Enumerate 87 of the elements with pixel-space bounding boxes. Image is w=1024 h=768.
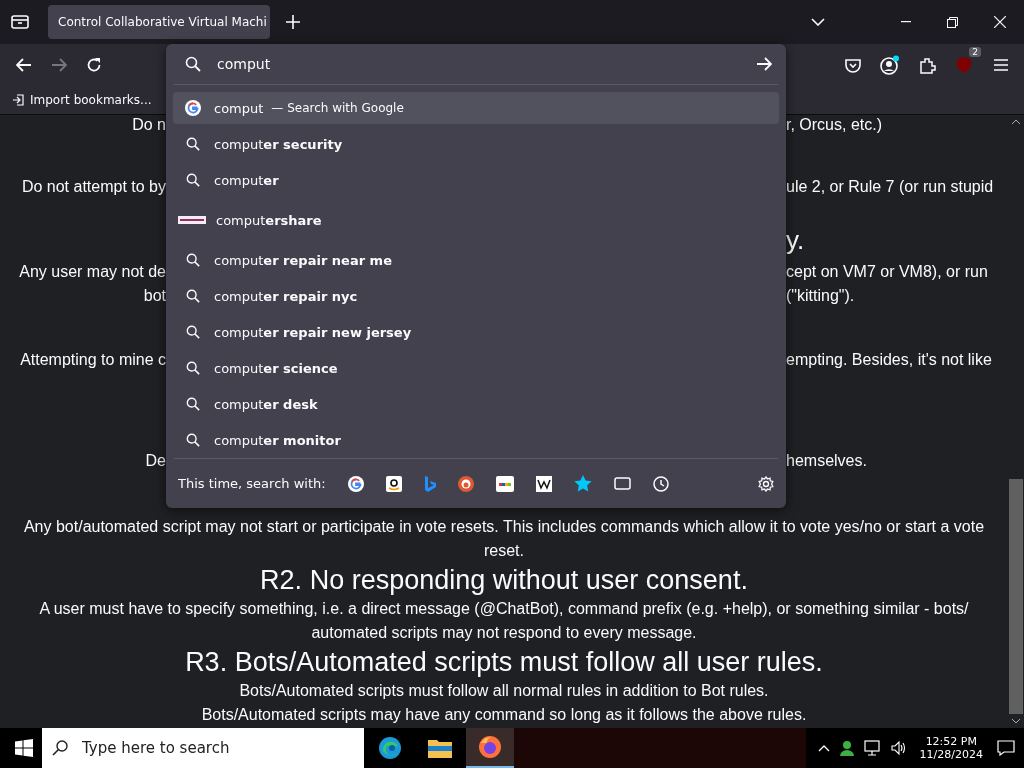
paragraph-fragment: hemselves. xyxy=(786,452,867,469)
suggestion-item[interactable]: computer xyxy=(173,162,779,198)
suggestion-item[interactable]: computer security xyxy=(173,126,779,162)
search-with-label: This time, search with: xyxy=(178,476,326,491)
search-icon xyxy=(185,56,201,72)
back-icon[interactable] xyxy=(16,58,32,72)
tab-list-icon[interactable] xyxy=(11,14,29,30)
search-icon xyxy=(185,253,201,267)
history-icon[interactable] xyxy=(652,475,669,492)
windows-start-icon[interactable] xyxy=(15,739,33,757)
settings-icon[interactable] xyxy=(758,475,774,492)
google-icon xyxy=(185,100,201,116)
suggestion-item[interactable]: computer desk xyxy=(173,386,779,422)
edge-icon[interactable] xyxy=(378,736,402,760)
tab-icon[interactable] xyxy=(613,477,631,490)
suggestion-item[interactable]: computer repair nyc xyxy=(173,278,779,314)
bing-icon[interactable] xyxy=(423,475,436,492)
search-icon xyxy=(185,289,201,303)
search-icon xyxy=(185,173,201,187)
import-icon xyxy=(12,94,24,106)
bookmark-item[interactable]: Import bookmarks... xyxy=(12,93,152,107)
folder-icon[interactable] xyxy=(428,738,452,758)
paragraph-fragment: empting. Besides, it's not like xyxy=(786,351,992,368)
address-field[interactable]: comput xyxy=(217,56,740,72)
taskbar-search-box[interactable]: Type here to search xyxy=(42,728,364,768)
ebay-icon[interactable] xyxy=(495,475,514,492)
minimize-icon[interactable] xyxy=(901,21,911,23)
search-icon xyxy=(185,361,201,375)
scroll-up-icon[interactable] xyxy=(1012,119,1020,125)
paragraph-fragment: ule 2, or Rule 7 (or run stupid xyxy=(786,178,994,195)
close-icon[interactable] xyxy=(994,16,1006,28)
paragraph-fragment: r, Orcus, etc.) xyxy=(786,116,882,133)
rule-heading: R2. No responding without user consent. xyxy=(260,564,748,597)
account-icon[interactable] xyxy=(880,55,900,75)
go-arrow-icon[interactable] xyxy=(756,57,772,71)
network-icon[interactable] xyxy=(863,740,882,756)
browser-tab[interactable]: Control Collaborative Virtual Machi xyxy=(48,5,270,39)
suggestion-item[interactable]: computershare xyxy=(173,198,779,242)
suggestion-item[interactable]: computer monitor xyxy=(173,422,779,458)
paragraph-fragment: bot xyxy=(143,287,166,304)
amazon-icon[interactable] xyxy=(385,475,402,492)
paragraph-fragment: Any user may not de xyxy=(19,263,166,280)
star-icon[interactable] xyxy=(573,475,592,492)
rule-heading: R3. Bots/Automated scripts must follow all user rules. xyxy=(185,646,823,679)
restore-icon[interactable] xyxy=(947,16,958,28)
extension-badge: 2 xyxy=(969,47,981,57)
pocket-icon[interactable] xyxy=(845,57,861,73)
paragraph: A user must have to specify something, i.e. a direct message (@ChatBot), command prefix (e.g. +help), or something similar - bots/ automated scripts may not respond to every message. xyxy=(38,599,970,643)
google-icon[interactable] xyxy=(347,475,364,492)
heading-fragment: y. xyxy=(786,224,805,255)
paragraph: Bots/Automated scripts must follow all normal rules in addition to Bot rules. xyxy=(239,681,769,701)
taskbar-search-field[interactable]: Type here to search xyxy=(80,738,354,758)
search-icon xyxy=(52,740,68,756)
paragraph: Any bot/automated script may not start or participate in vote resets. This includes commands which allow it to vote yes/no or start a vote reset. xyxy=(22,517,986,561)
site-favicon-icon xyxy=(178,216,206,224)
wikipedia-icon[interactable] xyxy=(535,475,552,492)
search-icon xyxy=(185,397,201,411)
volume-icon[interactable] xyxy=(890,741,907,755)
paragraph: Bots/Automated scripts may have any command so long as it follows the above rules. xyxy=(201,705,807,725)
menu-icon[interactable] xyxy=(994,59,1008,71)
new-tab-icon[interactable] xyxy=(286,15,300,29)
scrollbar-thumb[interactable] xyxy=(1009,479,1023,714)
chevron-down-icon[interactable] xyxy=(811,18,825,26)
paragraph-fragment: cept on VM7 or VM8), or run xyxy=(786,263,988,280)
scroll-down-icon[interactable] xyxy=(1012,718,1020,724)
firefox-icon[interactable] xyxy=(478,735,502,759)
paragraph-fragment: De xyxy=(145,452,166,469)
reload-icon[interactable] xyxy=(86,57,102,73)
person-icon[interactable] xyxy=(838,740,855,756)
search-icon xyxy=(185,433,201,447)
paragraph-fragment: Do not attempt to by xyxy=(21,178,166,195)
extensions-icon[interactable] xyxy=(919,56,936,74)
search-icon xyxy=(185,325,201,339)
paragraph-fragment: Attempting to mine c xyxy=(20,351,166,368)
suggestion-item[interactable]: comput — Search with Google xyxy=(173,92,779,124)
suggestion-item[interactable]: computer science xyxy=(173,350,779,386)
forward-icon[interactable] xyxy=(51,58,67,72)
chevron-up-icon[interactable] xyxy=(817,744,830,752)
suggestion-item[interactable]: computer repair new jersey xyxy=(173,314,779,350)
duck-icon[interactable] xyxy=(457,475,474,492)
clock-date[interactable]: 11/28/2024 xyxy=(919,748,983,761)
paragraph-fragment: ("kitting"). xyxy=(786,287,855,304)
search-icon xyxy=(185,137,201,151)
clock-time[interactable]: 12:52 PM xyxy=(925,735,977,748)
notifications-icon[interactable] xyxy=(997,740,1015,756)
suggestion-item[interactable]: computer repair near me xyxy=(173,242,779,278)
paragraph-fragment: Do n xyxy=(132,116,166,133)
